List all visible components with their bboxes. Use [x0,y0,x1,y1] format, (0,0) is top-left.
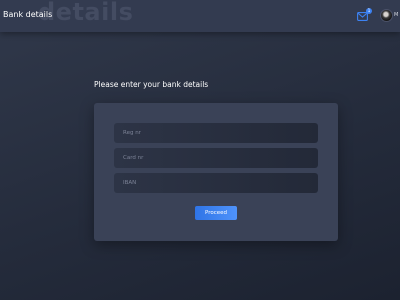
top-bar: details Bank details 1 M [0,0,400,32]
user-name[interactable]: M [394,12,400,18]
notification-badge: 1 [366,8,372,14]
header-watermark: details [38,0,134,26]
reg-nr-input[interactable] [114,123,318,143]
form-prompt: Please enter your bank details [94,80,209,89]
iban-input[interactable] [114,173,318,193]
proceed-button[interactable]: Proceed [195,206,237,220]
avatar[interactable] [380,9,393,22]
page-title: Bank details [3,10,53,19]
card-nr-input[interactable] [114,148,318,168]
bank-details-card: Proceed [94,103,338,241]
